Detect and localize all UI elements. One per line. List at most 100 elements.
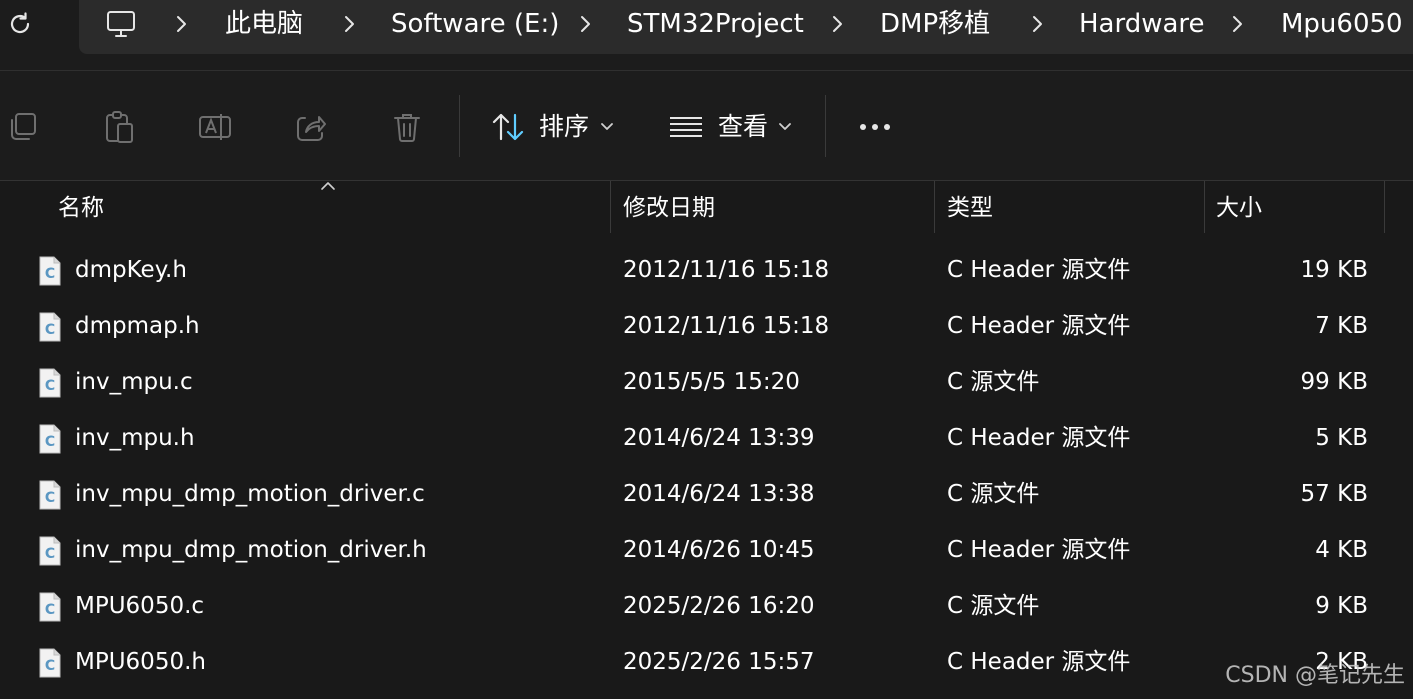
rename-button[interactable] [197,109,233,145]
file-row[interactable]: C MPU6050.h 2025/2/26 15:57 C Header 源文件… [0,634,1413,690]
chevron-right-icon[interactable] [1229,12,1245,36]
file-date: 2012/11/16 15:18 [623,257,830,283]
svg-text:C: C [45,602,55,618]
delete-button[interactable] [389,109,425,145]
share-button[interactable] [293,109,329,145]
chevron-right-icon[interactable] [829,12,845,36]
file-name: inv_mpu_dmp_motion_driver.h [75,537,427,563]
file-row[interactable]: C dmpmap.h 2012/11/16 15:18 C Header 源文件… [0,298,1413,354]
file-date: 2012/11/16 15:18 [623,313,830,339]
file-list: C dmpKey.h 2012/11/16 15:18 C Header 源文件… [0,242,1413,690]
file-row[interactable]: C MPU6050.c 2025/2/26 16:20 C 源文件 9 KB [0,578,1413,634]
chevron-down-icon[interactable] [600,121,614,133]
file-type: C 源文件 [947,593,1040,619]
paste-button[interactable] [101,109,137,145]
file-name: inv_mpu.c [75,369,193,395]
chevron-right-icon[interactable] [1029,12,1045,36]
view-label[interactable]: 查看 [718,110,768,144]
refresh-button[interactable] [4,8,36,40]
column-date[interactable]: 修改日期 [623,193,715,223]
c-file-icon: C [39,368,61,398]
delete-icon [394,114,420,142]
chevron-right-icon[interactable] [173,12,189,36]
c-file-icon: C [39,536,61,566]
paste-icon [106,111,133,143]
c-file-icon: C [39,424,61,454]
file-type: C Header 源文件 [947,257,1131,283]
file-date: 2015/5/5 15:20 [623,369,800,395]
rename-icon [199,114,231,140]
column-divider[interactable] [610,181,611,233]
file-date: 2014/6/24 13:38 [623,481,815,507]
refresh-icon [10,12,30,34]
breadcrumb-stm32project[interactable]: STM32Project [627,8,804,40]
file-size: 57 KB [1300,481,1368,507]
file-name: dmpKey.h [75,257,187,283]
c-file-icon: C [39,312,61,342]
address-bar-row: 此电脑 Software (E:) STM32Project DMP移植 Har… [0,0,1413,70]
sort-label[interactable]: 排序 [539,110,589,144]
more-icon [860,124,890,130]
share-icon [297,116,326,141]
file-name: inv_mpu_dmp_motion_driver.c [75,481,425,507]
breadcrumb-mpu6050[interactable]: Mpu6050 [1281,8,1403,40]
file-row[interactable]: C inv_mpu_dmp_motion_driver.c 2014/6/24 … [0,466,1413,522]
file-size: 7 KB [1315,313,1368,339]
breadcrumb-this-pc[interactable]: 此电脑 [225,8,303,40]
column-name[interactable]: 名称 [58,193,104,223]
c-file-icon: C [39,592,61,622]
column-size[interactable]: 大小 [1216,193,1262,223]
svg-text:C: C [45,434,55,450]
svg-text:C: C [45,266,55,282]
copy-icon [11,113,36,140]
file-row[interactable]: C inv_mpu.h 2014/6/24 13:39 C Header 源文件… [0,410,1413,466]
sort-button[interactable] [491,109,527,145]
more-options-button[interactable] [857,109,893,145]
column-type[interactable]: 类型 [947,193,993,223]
column-divider[interactable] [1384,181,1385,233]
address-bar[interactable]: 此电脑 Software (E:) STM32Project DMP移植 Har… [79,0,1413,54]
svg-text:C: C [45,658,55,674]
breadcrumb-drive[interactable]: Software (E:) [391,8,559,40]
file-size: 5 KB [1315,425,1368,451]
copy-button[interactable] [5,109,41,145]
chevron-right-icon[interactable] [341,12,357,36]
file-row[interactable]: C inv_mpu_dmp_motion_driver.h 2014/6/26 … [0,522,1413,578]
file-type: C 源文件 [947,481,1040,507]
breadcrumb-dmp[interactable]: DMP移植 [880,8,990,40]
file-size: 4 KB [1315,537,1368,563]
svg-text:C: C [45,378,55,394]
file-type: C Header 源文件 [947,649,1131,675]
svg-text:C: C [45,546,55,562]
file-size: 19 KB [1300,257,1368,283]
chevron-right-icon[interactable] [577,12,593,36]
svg-text:C: C [45,490,55,506]
watermark: CSDN @笔记先生 [1225,663,1405,688]
sort-icon [492,113,524,141]
column-divider[interactable] [934,181,935,233]
file-name: inv_mpu.h [75,425,195,451]
file-date: 2014/6/24 13:39 [623,425,815,451]
file-name: MPU6050.h [75,649,206,675]
file-type: C Header 源文件 [947,425,1131,451]
c-file-icon: C [39,648,61,678]
file-date: 2025/2/26 16:20 [623,593,815,619]
file-name: dmpmap.h [75,313,200,339]
breadcrumb-hardware[interactable]: Hardware [1079,8,1205,40]
c-file-icon: C [39,256,61,286]
file-date: 2025/2/26 15:57 [623,649,815,675]
file-row[interactable]: C inv_mpu.c 2015/5/5 15:20 C 源文件 99 KB [0,354,1413,410]
svg-text:C: C [45,322,55,338]
view-button[interactable] [668,109,704,145]
chevron-down-icon[interactable] [778,121,792,133]
computer-icon [107,11,135,37]
file-date: 2014/6/26 10:45 [623,537,815,563]
column-header: 名称 修改日期 类型 大小 [0,181,1413,235]
column-divider[interactable] [1204,181,1205,233]
file-row[interactable]: C dmpKey.h 2012/11/16 15:18 C Header 源文件… [0,242,1413,298]
command-bar: 排序 查看 [0,71,1413,181]
c-file-icon: C [39,480,61,510]
file-type: C Header 源文件 [947,537,1131,563]
sort-ascending-icon [321,182,335,190]
file-size: 9 KB [1315,593,1368,619]
